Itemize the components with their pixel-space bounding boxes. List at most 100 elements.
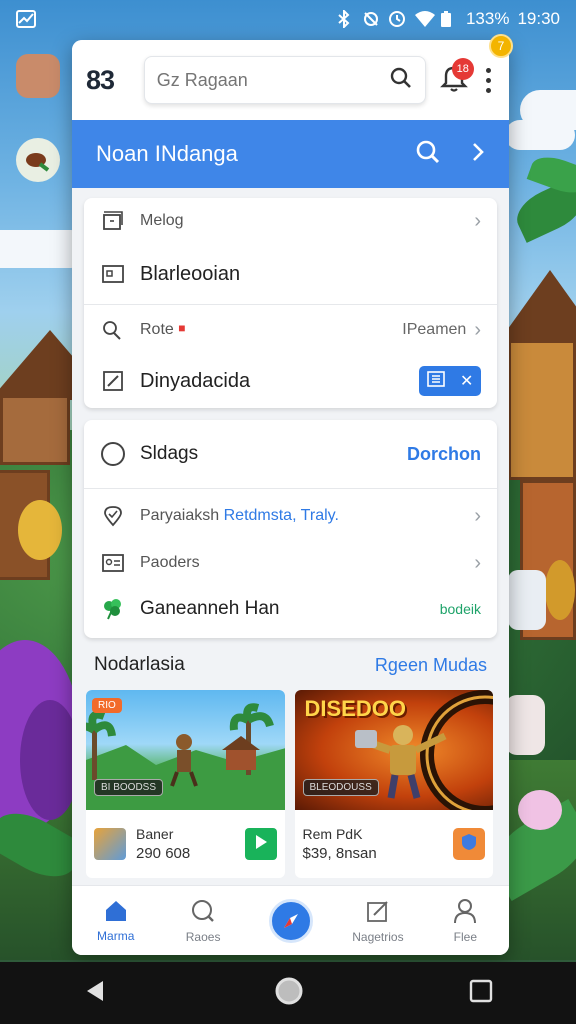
download-button[interactable] (453, 828, 485, 860)
id-card-icon (100, 550, 126, 576)
header-title: Noan INdanga (96, 141, 238, 166)
list-item-paryaiaksh[interactable]: Paryaiaksh Retdmsta, Traly. › (84, 489, 497, 543)
clock: 19:30 (517, 9, 560, 28)
recents-icon[interactable] (469, 979, 493, 1008)
game-name: Baner (136, 826, 174, 842)
more-vert-icon (485, 67, 491, 73)
game-price: $39, 8nsan (302, 845, 377, 862)
app-icon-character[interactable] (16, 54, 60, 98)
game-name: Rem PdK (302, 826, 363, 842)
list-item-melog[interactable]: Melog › (84, 198, 497, 244)
nav-search[interactable]: Raoes (159, 898, 246, 944)
list-item-label: Sldags (140, 443, 199, 464)
list-item-value: IPeamen (402, 321, 467, 338)
list-item-dinyadacida[interactable]: Dinyadacida ✕ (84, 355, 497, 407)
list-item-blarleooian[interactable]: Blarleooian (84, 244, 497, 304)
game-price: 290 608 (136, 845, 191, 862)
list-item-label: Dinyadacida (140, 369, 251, 392)
search-icon (190, 898, 216, 927)
back-icon[interactable] (83, 978, 109, 1009)
featured-header: Nodarlasia Rgeen Mudas (72, 638, 509, 680)
close-icon: ✕ (459, 373, 474, 390)
clover-icon (100, 596, 126, 622)
top-bar: 83 18 (72, 40, 509, 120)
game-card[interactable]: DISEDOO BLEODOUSS Rem PdK $39, 8nsan (294, 690, 494, 878)
game-carousel: RIO BI BOODSS Baner 290 608 DISEDOO BLEO… (72, 680, 509, 878)
nav-profile[interactable]: Flee (422, 898, 509, 944)
see-more-link[interactable]: Rgeen Mudas (375, 655, 487, 676)
nav-negatrios[interactable]: Nagetrios (334, 898, 421, 944)
nav-label: Nagetrios (352, 929, 404, 944)
nav-discover[interactable] (247, 898, 334, 943)
list-item-label: Melog (140, 212, 184, 229)
app-icon-leaf[interactable] (16, 138, 60, 182)
game-info: Baner 290 608 (86, 810, 285, 878)
bottom-navigation: Marma Raoes Nagetrios Flee (72, 885, 509, 955)
home-button-icon[interactable] (274, 976, 304, 1011)
list-item-sldags[interactable]: Sldags Dorchon (84, 420, 497, 488)
list-icon (426, 370, 445, 392)
activity-icon (16, 10, 36, 28)
compass-icon (268, 898, 313, 943)
featured-title: Nodarlasia (94, 654, 185, 675)
game-card[interactable]: RIO BI BOODSS Baner 290 608 (86, 690, 285, 878)
app-window: 83 18 Noan INdanga (72, 40, 509, 955)
mute-icon (362, 10, 380, 28)
edit-icon (100, 368, 126, 394)
game-banner-image: RIO BI BOODSS (86, 690, 285, 810)
play-button[interactable] (244, 828, 277, 860)
game-tag: BI BOODSS (94, 779, 164, 796)
edit-square-icon (365, 898, 391, 927)
nav-label: Flee (453, 929, 477, 944)
system-navigation-bar (0, 962, 576, 1024)
wifi-icon (414, 10, 435, 28)
action-link[interactable]: bodeik (440, 601, 481, 617)
frame-icon (100, 208, 126, 234)
nav-label: Raoes (185, 929, 221, 944)
list-item-label: Paryaiaksh Retdmsta, Traly. (140, 507, 339, 524)
app-logo: 83 (86, 64, 115, 95)
nav-home[interactable]: Marma (72, 899, 159, 943)
window-icon (100, 261, 126, 287)
notification-badge: 18 (451, 58, 474, 80)
search-person-icon (100, 317, 126, 343)
battery-icon (440, 10, 458, 28)
game-headline: DISEDOO (304, 696, 406, 721)
list-item-rote[interactable]: Rote ■ IPeamen › (84, 305, 497, 355)
home-icon (103, 899, 129, 926)
list-item-label: Paoders (140, 554, 200, 571)
highlight-text: Retdmsta, Traly. (223, 507, 339, 524)
search-box[interactable] (143, 56, 426, 104)
list-item-label: Blarleooian (140, 262, 241, 285)
chevron-right-icon: › (474, 209, 481, 232)
location-icon (100, 503, 126, 529)
chevron-right-icon: › (474, 551, 481, 574)
game-thumbnail (94, 828, 126, 860)
game-tag: BLEODOUSS (302, 779, 379, 796)
action-link[interactable]: Dorchon (407, 444, 481, 465)
list-item-paoders[interactable]: Paoders › (84, 543, 497, 583)
status-bar: 133% 19:30 (0, 0, 576, 38)
settings-section-2: Sldags Dorchon Paryaiaksh Retdmsta, Tral… (84, 420, 497, 638)
search-icon[interactable] (389, 66, 413, 95)
game-badge: RIO (92, 698, 122, 713)
notifications-button[interactable]: 18 (439, 58, 474, 98)
shield-icon (461, 833, 477, 856)
play-icon (254, 834, 268, 855)
person-icon (453, 898, 477, 927)
quick-action-button[interactable]: ✕ (419, 366, 481, 396)
chevron-right-icon[interactable] (471, 141, 485, 168)
list-item-label: Rote ■ (140, 321, 186, 338)
game-banner-image: DISEDOO BLEODOUSS (294, 690, 493, 810)
search-input[interactable] (156, 69, 389, 91)
nav-label: Marma (97, 928, 135, 943)
list-item-label: Ganeanneh Han (140, 598, 280, 619)
bluetooth-icon (336, 8, 354, 30)
list-item-gaeanneh[interactable]: Ganeanneh Han bodeik (84, 583, 497, 635)
more-menu-button[interactable] (482, 62, 495, 98)
game-info: Rem PdK $39, 8nsan (295, 810, 494, 878)
notification-dot: 7 (489, 34, 513, 58)
circle-icon (100, 441, 126, 467)
header-search-icon[interactable] (415, 139, 441, 170)
alarm-icon (388, 10, 406, 28)
